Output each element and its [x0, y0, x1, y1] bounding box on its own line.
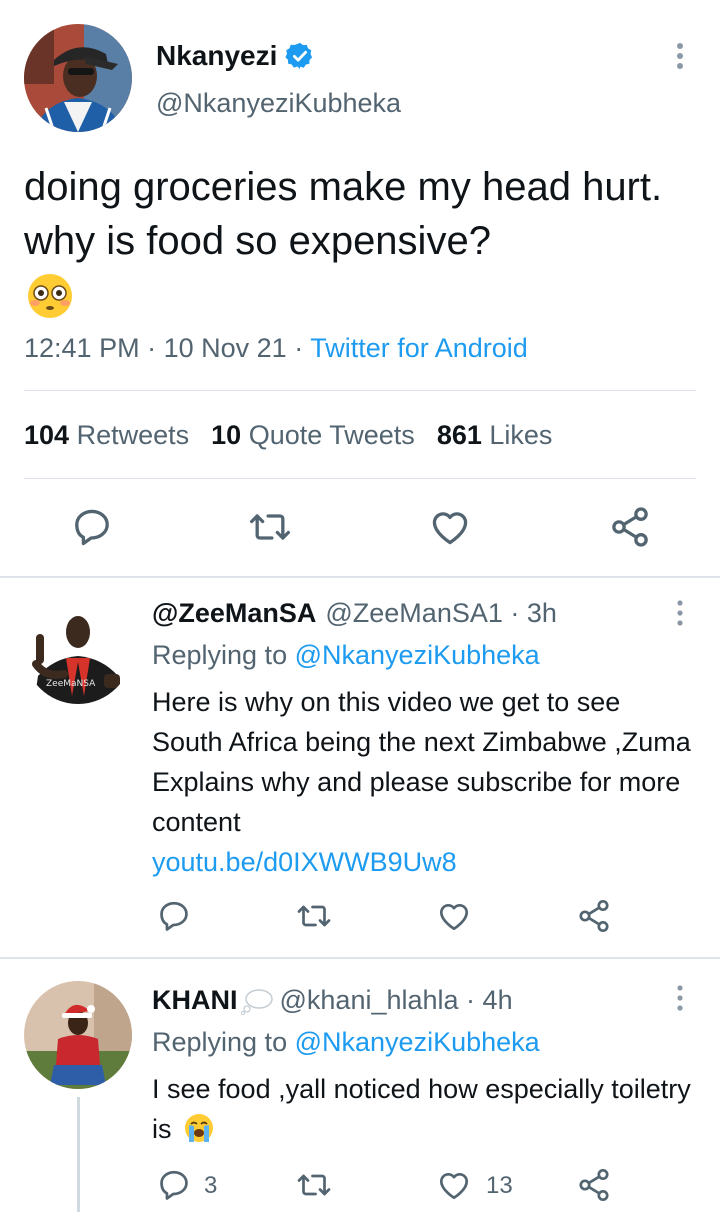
likes-stat[interactable]: 861 Likes — [437, 420, 553, 450]
loudly-crying-face-emoji — [185, 1114, 214, 1142]
reply-header: @ZeeManSA @ZeeManSA1 · 3h — [152, 598, 557, 629]
replying-prefix: Replying to — [152, 640, 288, 670]
retweets-count: 104 — [24, 420, 70, 450]
author-name-row[interactable]: Nkanyezi — [156, 40, 315, 72]
reply-count: 3 — [204, 1172, 218, 1199]
like-heart-icon[interactable] — [436, 1167, 472, 1203]
reply-display-name[interactable]: @ZeeManSA — [152, 598, 316, 629]
reply-tweet[interactable]: ZeeMaNSA @ZeeManSA @ZeeManSA1 · 3h Reply… — [0, 578, 720, 956]
share-icon[interactable] — [576, 1167, 612, 1203]
reply-avatar[interactable]: ZeeMaNSA — [24, 596, 132, 704]
reply-icon[interactable] — [156, 898, 192, 934]
tweet-meta: 12:41 PM · 10 Nov 21 · Twitter for Andro… — [24, 333, 528, 364]
reply-text: Here is why on this video we get to see … — [152, 687, 691, 837]
reply-age: 3h — [526, 598, 557, 628]
reply-avatar[interactable] — [24, 981, 132, 1089]
reply-action-bar — [0, 898, 720, 938]
flushed-face-emoji — [28, 274, 72, 318]
like-heart-icon[interactable] — [428, 505, 472, 549]
retweet-icon[interactable] — [248, 505, 292, 549]
replying-to-handle[interactable]: @NkanyeziKubheka — [295, 1027, 540, 1057]
divider — [24, 478, 696, 479]
quotes-label: Quote Tweets — [248, 420, 415, 450]
retweet-icon[interactable] — [296, 898, 332, 934]
author-name[interactable]: Nkanyezi — [156, 40, 277, 72]
reply-text: I see food ,yall noticed how especially … — [152, 1074, 691, 1144]
author-avatar[interactable] — [24, 24, 132, 132]
likes-count: 861 — [436, 420, 482, 450]
thought-bubble-emoji — [240, 988, 273, 1015]
reply-age: 4h — [482, 985, 513, 1015]
reply-icon[interactable] — [156, 1167, 192, 1203]
share-icon[interactable] — [608, 505, 652, 549]
reply-icon[interactable] — [70, 505, 114, 549]
tweet-time: 12:41 PM — [24, 333, 140, 363]
tweet-date: 10 Nov 21 — [163, 333, 287, 363]
replying-to: Replying to @NkanyeziKubheka — [152, 1027, 540, 1058]
reply-action-bar: 3 13 — [0, 1167, 720, 1207]
reply-tweet[interactable]: KHANI @khani_hlahla · 4h Replying to @Nk… — [0, 959, 720, 1212]
main-tweet: Nkanyezi @NkanyeziKubheka doing grocerie… — [0, 0, 720, 577]
reply-header: KHANI @khani_hlahla · 4h — [152, 985, 513, 1016]
tweet-source-link[interactable]: Twitter for Android — [310, 333, 528, 363]
retweets-stat[interactable]: 104 Retweets — [24, 420, 189, 450]
tweet-action-bar — [0, 505, 720, 555]
avatar-shirt-text: ZeeMaNSA — [46, 679, 96, 689]
retweet-icon[interactable] — [296, 1167, 332, 1203]
likes-label: Likes — [489, 420, 553, 450]
quotes-stat[interactable]: 10 Quote Tweets — [211, 420, 415, 450]
quotes-count: 10 — [211, 420, 242, 450]
reply-link[interactable]: youtu.be/d0IXWWB9Uw8 — [152, 847, 457, 877]
meta-sep: · — [458, 985, 483, 1015]
share-icon[interactable] — [576, 898, 612, 934]
replying-to-handle[interactable]: @NkanyeziKubheka — [295, 640, 540, 670]
author-handle[interactable]: @NkanyeziKubheka — [156, 88, 401, 119]
replying-prefix: Replying to — [152, 1027, 288, 1057]
more-vertical-icon[interactable] — [666, 40, 694, 72]
reply-text-block: Here is why on this video we get to see … — [152, 682, 692, 882]
reply-display-name[interactable]: KHANI — [152, 985, 238, 1016]
retweets-label: Retweets — [76, 420, 190, 450]
more-vertical-icon[interactable] — [668, 598, 692, 628]
meta-sep: · — [147, 333, 164, 363]
reply-handle[interactable]: @ZeeManSA1 — [325, 598, 503, 629]
like-count: 13 — [486, 1172, 513, 1199]
tweet-stats: 104 Retweets 10 Quote Tweets 861 Likes — [24, 420, 552, 451]
meta-sep: · — [294, 333, 311, 363]
more-vertical-icon[interactable] — [668, 983, 692, 1013]
tweet-text: doing groceries make my head hurt. why i… — [24, 165, 663, 263]
like-heart-icon[interactable] — [436, 898, 472, 934]
replying-to: Replying to @NkanyeziKubheka — [152, 640, 540, 671]
divider — [24, 390, 696, 391]
verified-badge-icon — [285, 42, 313, 70]
reply-text-block: I see food ,yall noticed how especially … — [152, 1069, 692, 1149]
meta-sep: · — [502, 598, 527, 628]
reply-handle[interactable]: @khani_hlahla — [280, 985, 459, 1016]
